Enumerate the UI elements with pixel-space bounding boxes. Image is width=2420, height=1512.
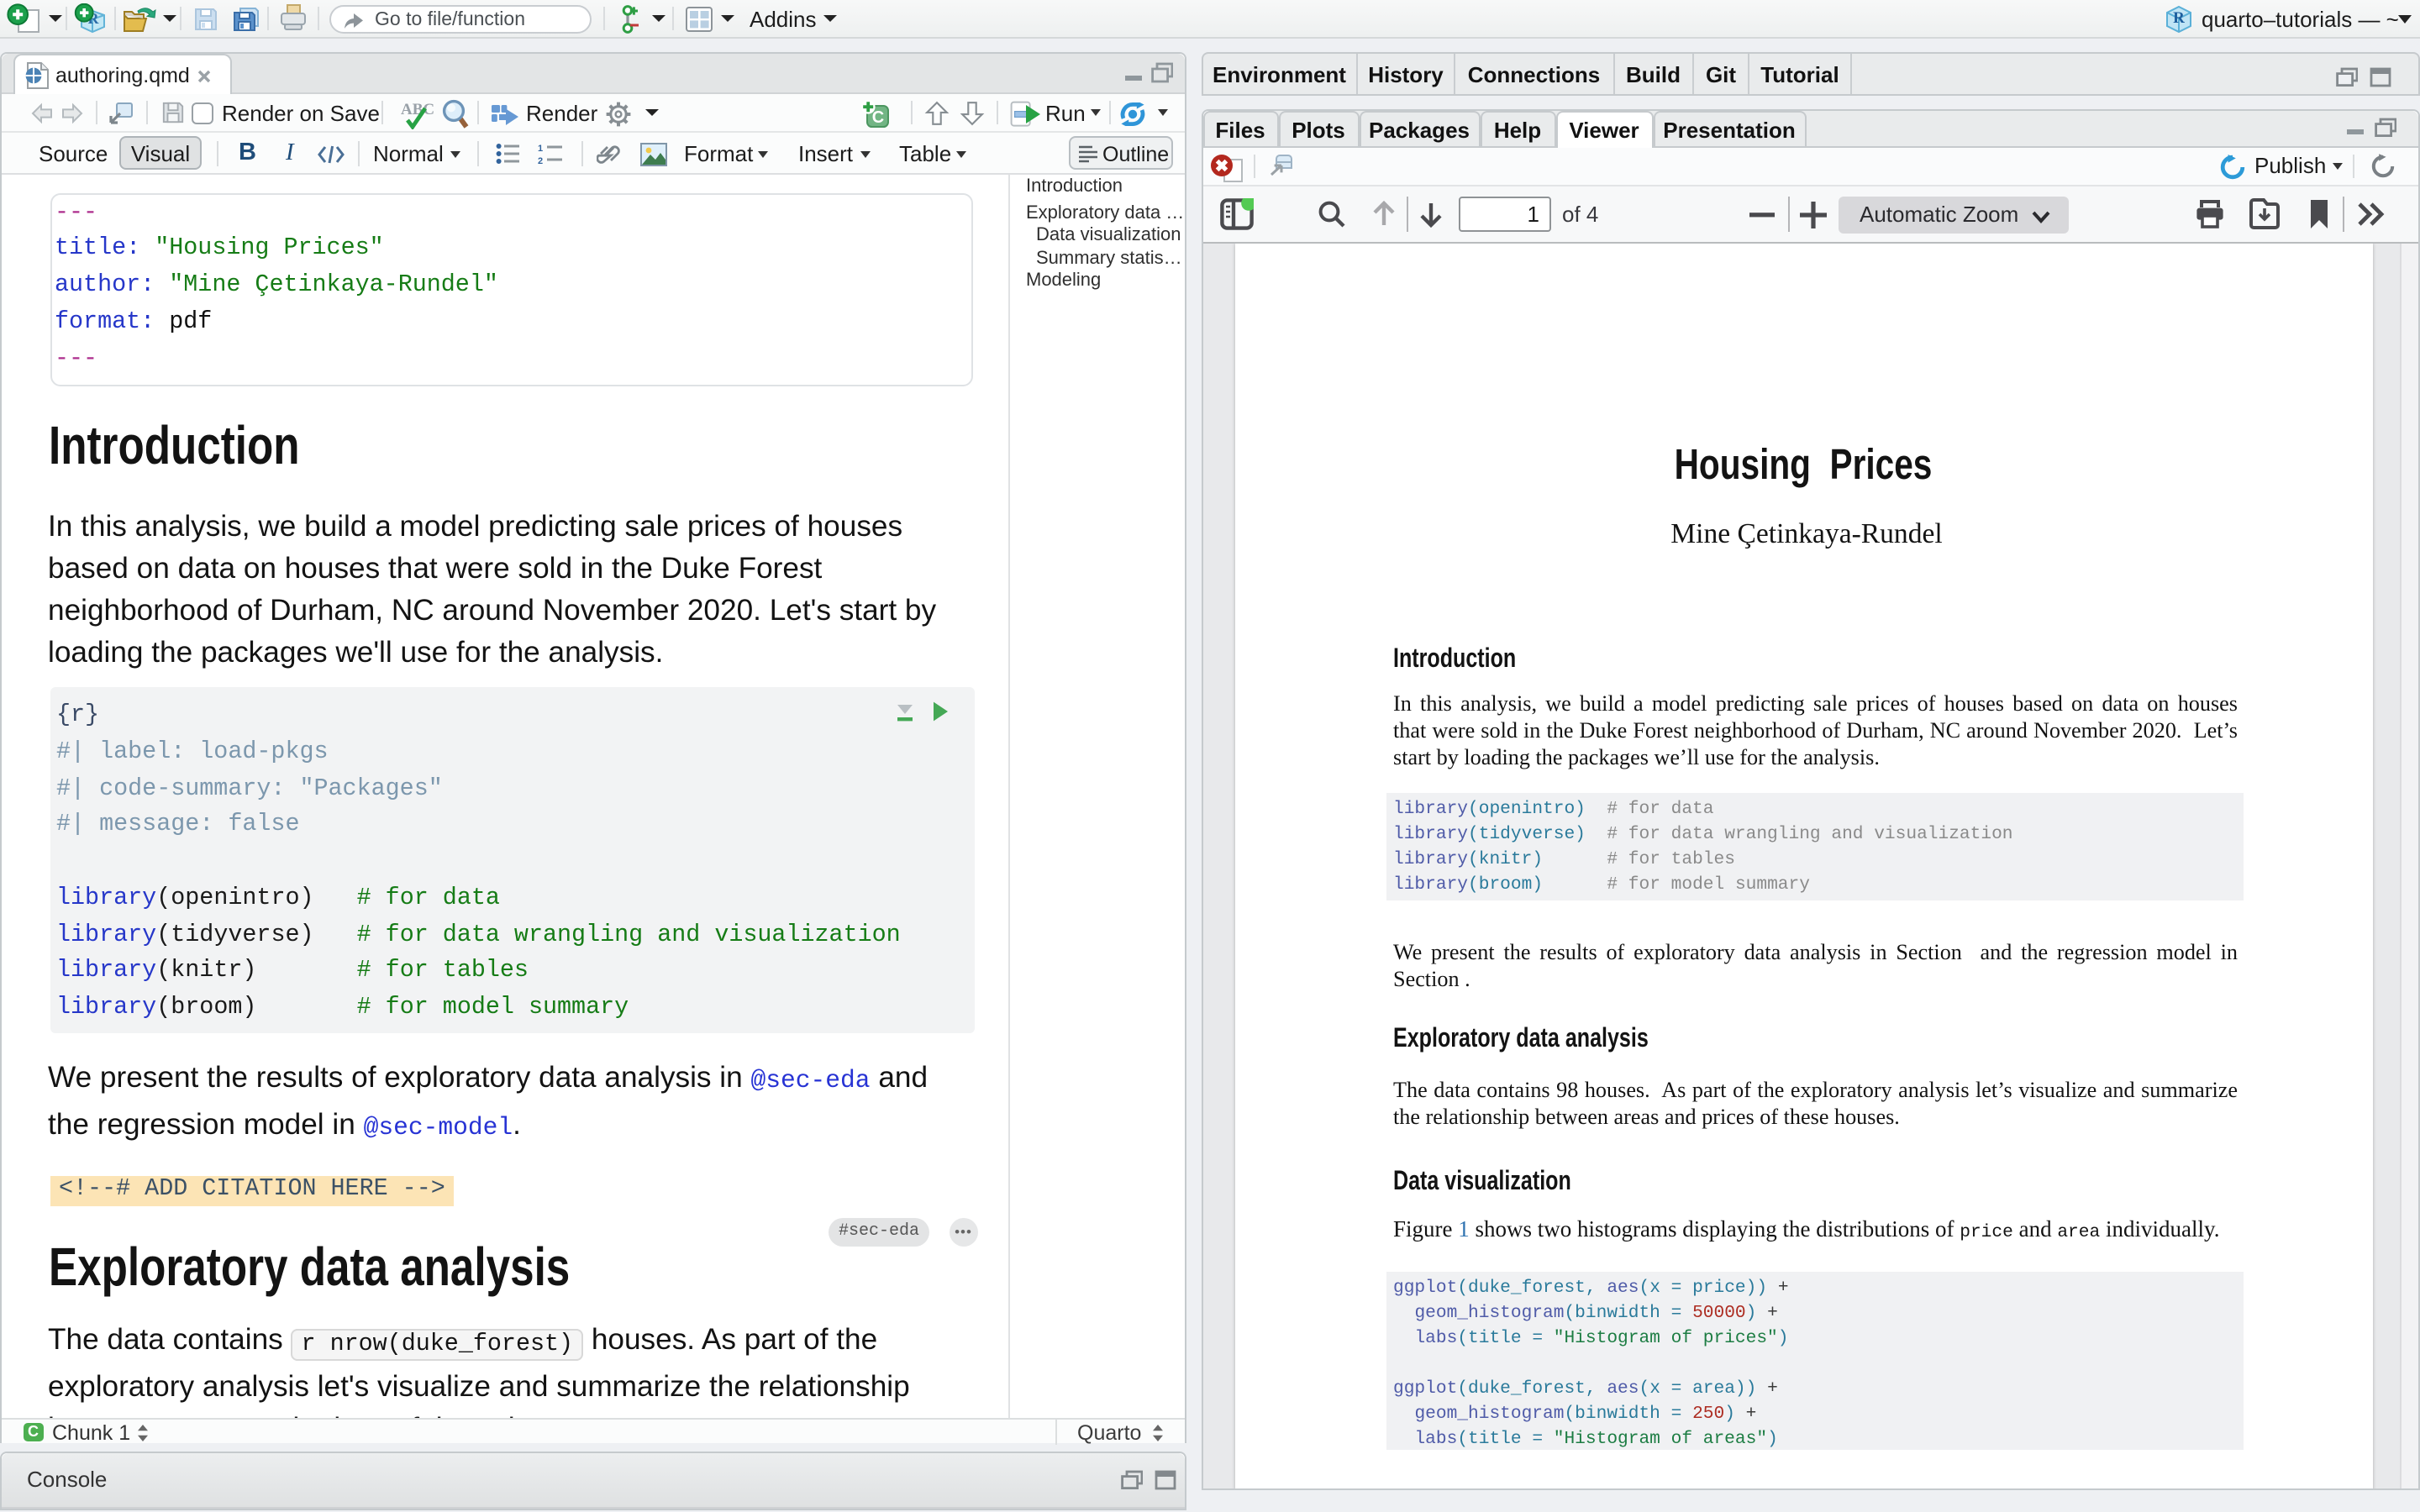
svg-text:2: 2 xyxy=(538,156,543,165)
svg-text:ABC: ABC xyxy=(401,100,434,118)
svg-text:R: R xyxy=(2173,9,2185,27)
svg-text:1: 1 xyxy=(538,144,543,154)
svg-text:C: C xyxy=(872,108,884,127)
